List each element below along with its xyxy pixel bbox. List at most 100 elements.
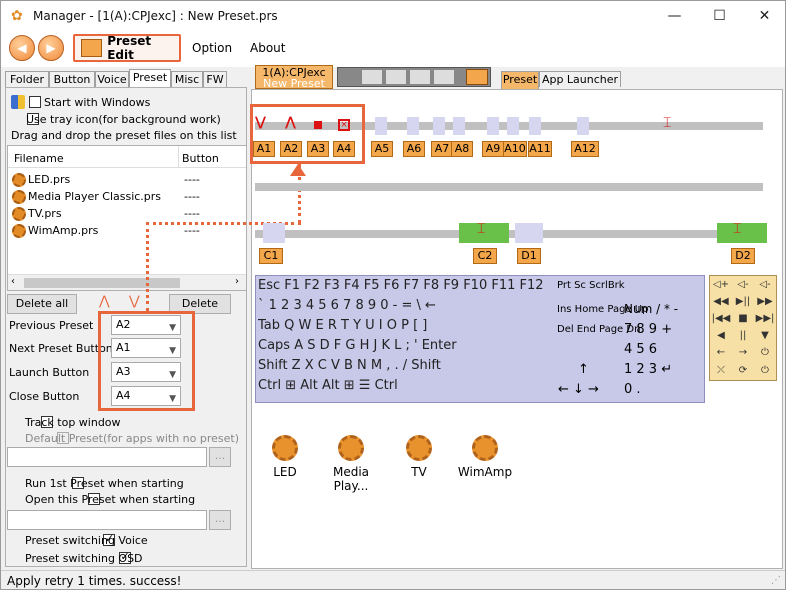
pause-icon[interactable]: || xyxy=(732,327,754,345)
tab-preset[interactable]: Preset xyxy=(129,69,171,87)
button-tag-c1[interactable]: C1 xyxy=(259,248,283,264)
resize-grip-icon[interactable]: ⋰ xyxy=(771,575,781,586)
volume-down-icon[interactable]: ◁- xyxy=(732,276,754,294)
keyboard-row-ctrl[interactable]: Ctrl ⊞ Alt Alt ⊞ ☰ Ctrl xyxy=(258,378,398,393)
button-tag-a12[interactable]: A12 xyxy=(571,141,599,157)
minimize-button[interactable]: — xyxy=(652,1,697,31)
arrow-left-icon[interactable]: ← xyxy=(710,344,732,362)
start-with-windows-checkbox[interactable] xyxy=(29,96,41,108)
list-item[interactable]: LED.prs ---- xyxy=(12,172,244,188)
tab-button[interactable]: Button xyxy=(49,71,95,87)
delete-all-button[interactable]: Delete all xyxy=(7,294,77,314)
window-icon[interactable] xyxy=(410,70,430,84)
horizontal-scrollbar[interactable]: ‹ › xyxy=(8,274,246,290)
tab-fw[interactable]: FW xyxy=(203,71,227,87)
edit-icon[interactable] xyxy=(386,70,406,84)
scroll-left-icon[interactable]: ‹ xyxy=(11,276,15,287)
sleep-icon[interactable]: ⏻ xyxy=(754,362,776,380)
arrow-right-icon[interactable]: → xyxy=(732,344,754,362)
button-slot[interactable] xyxy=(577,117,589,135)
record-icon[interactable] xyxy=(466,69,488,85)
button-tag-d2[interactable]: D2 xyxy=(731,248,755,264)
button-slot[interactable] xyxy=(433,117,445,135)
preset-file-list[interactable]: Filename Button LED.prs ---- Media Playe… xyxy=(7,145,247,291)
slider-segment[interactable] xyxy=(717,223,767,243)
forward-button[interactable]: ▶ xyxy=(38,35,64,61)
scroll-thumb[interactable] xyxy=(24,278,180,288)
tab-app-launcher[interactable]: App Launcher xyxy=(539,71,621,87)
device-tab[interactable]: 1(A):CPJexc New Preset xyxy=(255,65,333,89)
keyboard-row-home[interactable]: Caps A S D F G H J K L ; ' Enter xyxy=(258,338,457,353)
button-tag-a8[interactable]: A8 xyxy=(451,141,473,157)
keyboard-row-numbers[interactable]: ` 1 2 3 4 5 6 7 8 9 0 - = \ ← xyxy=(258,298,436,313)
new-icon[interactable] xyxy=(362,70,382,84)
open-preset-browse-button[interactable]: ... xyxy=(209,510,231,530)
button-slot[interactable] xyxy=(375,117,387,135)
keyboard-row-shift[interactable]: Shift Z X C V B N M , . / Shift xyxy=(258,358,441,373)
preset-item-wimamp[interactable]: WimAmp xyxy=(455,435,515,479)
button-slot[interactable] xyxy=(529,117,541,135)
menu-option[interactable]: Option xyxy=(192,41,232,55)
numpad-row-3[interactable]: 4 5 6 xyxy=(624,342,657,357)
mute-icon[interactable]: ◁- xyxy=(754,276,776,294)
numpad-row-1[interactable]: Num / * - xyxy=(624,302,678,316)
tab-preset-right[interactable]: Preset xyxy=(501,71,539,89)
preset-edit-button[interactable]: Preset Edit xyxy=(73,34,181,62)
fast-forward-icon[interactable]: ▶▶ xyxy=(754,293,776,311)
keyboard-row-function[interactable]: Esc F1 F2 F3 F4 F5 F6 F7 F8 F9 F10 F11 F… xyxy=(258,278,544,293)
preset-item-tv[interactable]: TV xyxy=(389,435,449,479)
button-slot[interactable] xyxy=(453,117,465,135)
numpad-row-4[interactable]: 1 2 3 ↵ xyxy=(624,362,672,377)
button-tag-a11[interactable]: A11 xyxy=(528,141,552,157)
numpad-row-2[interactable]: 7 8 9 + xyxy=(624,322,672,337)
button-tag-a7[interactable]: A7 xyxy=(431,141,453,157)
button-slot[interactable] xyxy=(407,117,419,135)
preset-item-media-player[interactable]: Media Play... xyxy=(321,435,381,493)
button-tag-a5[interactable]: A5 xyxy=(371,141,393,157)
button-slot[interactable] xyxy=(507,117,519,135)
tab-folder[interactable]: Folder xyxy=(5,71,49,87)
scroll-right-icon[interactable]: › xyxy=(235,276,239,287)
numpad-row-5[interactable]: 0 . xyxy=(624,382,641,397)
move-up-button[interactable]: ⋀ xyxy=(99,294,110,309)
list-item[interactable]: Media Player Classic.prs ---- xyxy=(12,189,244,205)
copy-icon[interactable] xyxy=(434,70,454,84)
stop-icon[interactable]: ■ xyxy=(732,310,754,328)
button-slot[interactable] xyxy=(487,117,499,135)
list-item[interactable]: TV.prs ---- xyxy=(12,206,244,222)
button-slot[interactable] xyxy=(515,223,543,243)
next-track-icon[interactable]: ▶▶| xyxy=(754,310,776,328)
keyboard-arrows[interactable]: ← ↓ → xyxy=(558,382,599,397)
default-preset-path-input[interactable] xyxy=(7,447,207,467)
keyboard-arrow-up[interactable]: ↑ xyxy=(578,362,589,377)
button-slot[interactable] xyxy=(263,223,285,243)
button-tag-a9[interactable]: A9 xyxy=(482,141,504,157)
column-button[interactable]: Button xyxy=(182,152,219,165)
power-icon[interactable]: ⏻ xyxy=(754,344,776,362)
move-down-button[interactable]: ⋁ xyxy=(129,294,140,309)
open-preset-path-input[interactable] xyxy=(7,510,207,530)
back-icon[interactable]: ◀ xyxy=(710,327,732,345)
button-tag-c2[interactable]: C2 xyxy=(473,248,497,264)
menu-about[interactable]: About xyxy=(250,41,285,55)
column-filename[interactable]: Filename xyxy=(14,152,64,165)
button-tag-d1[interactable]: D1 xyxy=(517,248,541,264)
button-tag-a6[interactable]: A6 xyxy=(403,141,425,157)
refresh-icon[interactable]: ⟳ xyxy=(732,362,754,380)
preset-item-led[interactable]: LED xyxy=(255,435,315,479)
close-button[interactable]: ✕ xyxy=(742,1,785,31)
down-icon[interactable]: ▼ xyxy=(754,327,776,345)
volume-up-icon[interactable]: ◁+ xyxy=(710,276,732,294)
mail-icon[interactable]: ⤬ xyxy=(710,362,732,380)
back-button[interactable]: ◀ xyxy=(9,35,35,61)
maximize-button[interactable]: ☐ xyxy=(697,1,742,31)
previous-track-icon[interactable]: |◀◀ xyxy=(710,310,732,328)
keyboard-layout[interactable]: Esc F1 F2 F3 F4 F5 F6 F7 F8 F9 F10 F11 F… xyxy=(255,275,705,403)
play-pause-icon[interactable]: ▶|| xyxy=(732,293,754,311)
button-tag-a10[interactable]: A10 xyxy=(503,141,527,157)
keyboard-row-qwerty[interactable]: Tab Q W E R T Y U I O P [ ] xyxy=(258,318,427,333)
media-key-panel[interactable]: ◁+ ◁- ◁- ◀◀ ▶|| ▶▶ |◀◀ ■ ▶▶| ◀ || ▼ ← → … xyxy=(709,275,777,381)
list-item[interactable]: WimAmp.prs ---- xyxy=(12,223,244,239)
rewind-icon[interactable]: ◀◀ xyxy=(710,293,732,311)
tab-voice[interactable]: Voice xyxy=(95,71,129,87)
